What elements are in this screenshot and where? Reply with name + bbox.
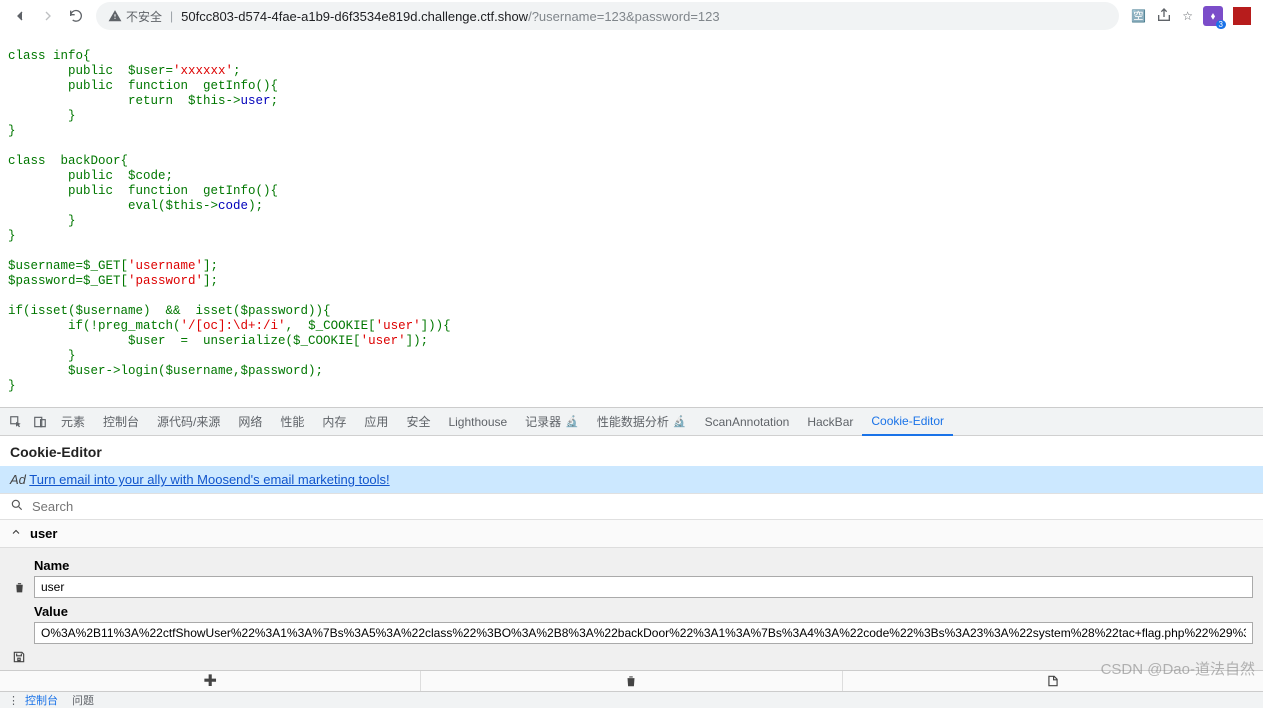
cookie-editor-form: Name Value (0, 548, 1263, 670)
value-input[interactable] (34, 622, 1253, 644)
cookie-row-label: user (30, 526, 57, 541)
tab-memory[interactable]: 内存 (313, 408, 355, 436)
share-icon[interactable] (1156, 7, 1172, 26)
tab-application[interactable]: 应用 (355, 408, 397, 436)
devtools-panel: 元素 控制台 源代码/来源 网络 性能 内存 应用 安全 Lighthouse … (0, 407, 1263, 707)
tab-hackbar[interactable]: HackBar (798, 408, 862, 436)
tab-performance[interactable]: 性能 (271, 408, 313, 436)
ad-banner: Ad Turn email into your ally with Moosen… (0, 466, 1263, 493)
tab-elements[interactable]: 元素 (52, 408, 94, 436)
tab-lighthouse[interactable]: Lighthouse (439, 408, 516, 436)
devtools-drawer: ⋮ 控制台 问题 (0, 691, 1263, 708)
cookie-search-row (0, 493, 1263, 520)
drawer-tab-issues[interactable]: 问题 (72, 692, 94, 708)
address-bar[interactable]: 不安全 | 50fcc803-d574-4fae-a1b9-d6f3534e81… (96, 2, 1119, 30)
tab-console[interactable]: 控制台 (94, 408, 148, 436)
bookmark-icon[interactable]: ☆ (1182, 9, 1193, 23)
tab-sources[interactable]: 源代码/来源 (148, 408, 229, 436)
page-code-block: class info{ public $user='xxxxxx'; publi… (0, 32, 1263, 398)
separator: | (170, 9, 173, 23)
delete-icon[interactable] (10, 581, 28, 594)
add-button[interactable]: ✚ (0, 671, 421, 691)
device-icon[interactable] (28, 415, 52, 429)
bottom-actions: ✚ (0, 670, 1263, 691)
tab-scanannotation[interactable]: ScanAnnotation (696, 408, 799, 436)
reload-button[interactable] (62, 2, 90, 30)
url-text: 50fcc803-d574-4fae-a1b9-d6f3534e819d.cha… (181, 9, 719, 24)
extension-square-icon[interactable] (1233, 7, 1251, 25)
panel-title: Cookie-Editor (0, 436, 1263, 466)
export-button[interactable] (843, 671, 1263, 691)
cookie-row-user[interactable]: user (0, 520, 1263, 548)
toolbar-right: 🈳 ☆ ⬧3 (1125, 6, 1257, 26)
ad-link[interactable]: Turn email into your ally with Moosend's… (29, 472, 389, 487)
devtools-tabs: 元素 控制台 源代码/来源 网络 性能 内存 应用 安全 Lighthouse … (0, 408, 1263, 436)
forward-button[interactable] (34, 2, 62, 30)
save-icon[interactable] (10, 650, 28, 664)
ad-label: Ad (10, 472, 26, 487)
name-input[interactable] (34, 576, 1253, 598)
search-icon (10, 498, 24, 515)
translate-icon[interactable]: 🈳 (1131, 9, 1146, 23)
tab-perfinsights[interactable]: 性能数据分析 🔬 (588, 408, 696, 436)
insecure-label: 不安全 (126, 8, 162, 25)
insecure-icon: 不安全 (108, 8, 162, 25)
search-input[interactable] (32, 499, 1253, 514)
value-label: Value (34, 598, 1253, 622)
drawer-menu-icon[interactable]: ⋮ (8, 694, 19, 707)
tab-cookie-editor[interactable]: Cookie-Editor (862, 408, 953, 436)
tab-security[interactable]: 安全 (397, 408, 439, 436)
inspect-icon[interactable] (4, 415, 28, 429)
name-label: Name (34, 552, 1253, 576)
tab-network[interactable]: 网络 (229, 408, 271, 436)
extension-icon[interactable]: ⬧3 (1203, 6, 1223, 26)
drawer-tab-console[interactable]: 控制台 (25, 692, 58, 708)
back-button[interactable] (6, 2, 34, 30)
browser-toolbar: 不安全 | 50fcc803-d574-4fae-a1b9-d6f3534e81… (0, 0, 1263, 32)
delete-all-button[interactable] (421, 671, 842, 691)
chevron-up-icon (10, 526, 22, 541)
tab-recorder[interactable]: 记录器 🔬 (516, 408, 588, 436)
